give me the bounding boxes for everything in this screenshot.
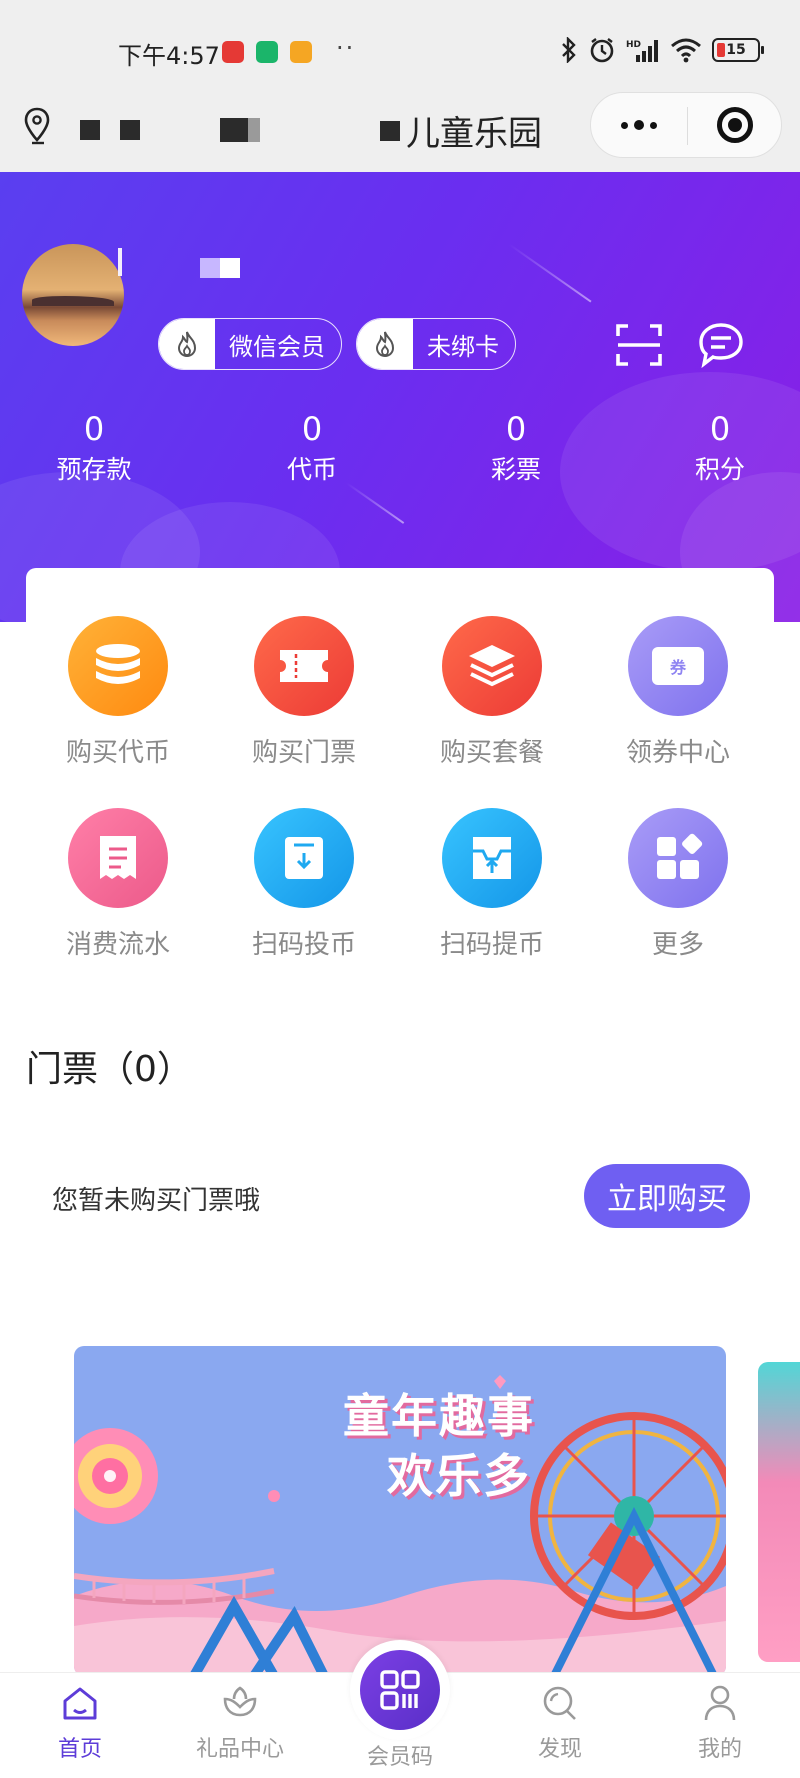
stat-value: 0 (301, 410, 323, 448)
menu-item-consumption-records[interactable]: 消费流水 (38, 808, 198, 961)
battery-icon: 15 (712, 38, 764, 62)
member-tag-label: 未绑卡 (427, 332, 499, 361)
tab-label: 发现 (537, 1737, 582, 1762)
close-mini-program-button[interactable] (687, 93, 783, 157)
member-tag-label: 微信会员 (229, 332, 325, 361)
menu-item-buy-package[interactable]: 购买套餐 (412, 616, 572, 769)
status-icons: HD 15 (560, 36, 764, 64)
scan-icon[interactable] (614, 320, 664, 370)
promo-banner[interactable]: 童年趣事 欢乐多 (74, 1346, 726, 1676)
stat-value: 0 (709, 410, 731, 448)
tab-label: 礼品中心 (195, 1737, 284, 1762)
location-pin-icon[interactable] (22, 106, 56, 146)
member-header: 微信会员 未绑卡 0 预存款 0 代币 0 彩票 0 积分 (0, 172, 800, 622)
mini-program-capsule (590, 92, 782, 158)
function-menu: 购买代币 购买门票 购买套餐 券 领券中心 消费流水 扫码投币 扫码提币 更多 (26, 568, 774, 988)
tickets-section-title: 门票（0） (26, 1049, 193, 1090)
search-icon (543, 1686, 576, 1720)
menu-item-label: 领券中心 (625, 738, 730, 768)
stat-label: 代币 (286, 455, 337, 484)
scan-insert-coin-icon (254, 808, 354, 908)
scan-withdraw-coin-icon (442, 808, 542, 908)
stat-label: 积分 (694, 455, 745, 484)
stat-points[interactable]: 0 积分 (660, 408, 780, 490)
menu-item-label: 扫码投币 (251, 930, 356, 960)
banner-title: 童年趣事 欢乐多 (294, 1386, 584, 1506)
stat-tokens[interactable]: 0 代币 (252, 408, 372, 490)
coin-stack-icon (68, 616, 168, 716)
gift-flower-icon (223, 1686, 257, 1717)
menu-item-label: 更多 (651, 930, 704, 960)
more-menu-button[interactable] (591, 93, 687, 157)
stat-prepaid[interactable]: 0 预存款 (34, 408, 154, 490)
avatar[interactable] (22, 244, 124, 346)
page-title: 儿童乐园 (380, 106, 542, 155)
buy-now-button[interactable]: 立即购买 (584, 1164, 750, 1228)
user-icon (704, 1685, 736, 1721)
banner-title-line: 童年趣事 (343, 1389, 535, 1443)
promo-banner-next[interactable] (758, 1362, 800, 1662)
grid-more-icon (628, 808, 728, 908)
menu-item-label: 消费流水 (65, 930, 170, 960)
stat-label: 预存款 (56, 455, 132, 484)
qr-code-icon (380, 1670, 420, 1710)
stat-value: 0 (83, 410, 105, 448)
layers-icon (442, 616, 542, 716)
coupon-icon: 券 (628, 616, 728, 716)
banner-title-line: 欢乐多 (387, 1449, 531, 1503)
wifi-icon (671, 38, 701, 63)
stat-label: 彩票 (490, 455, 541, 484)
menu-item-coupon-center[interactable]: 券 领券中心 (598, 616, 758, 769)
receipt-icon (68, 808, 168, 908)
stat-lottery[interactable]: 0 彩票 (456, 408, 576, 490)
menu-item-label: 扫码提币 (439, 930, 544, 960)
status-bar: 下午4:57 ·· HD 15 (0, 0, 800, 90)
tab-home[interactable]: 首页 (20, 1685, 140, 1763)
menu-item-label: 购买代币 (65, 738, 170, 768)
tab-label: 首页 (57, 1737, 102, 1762)
redacted-title-prefix (380, 120, 400, 141)
tab-mine[interactable]: 我的 (660, 1685, 780, 1763)
alarm-icon (590, 38, 614, 63)
home-icon (63, 1687, 97, 1720)
app-notification-icon (290, 41, 312, 63)
svg-text:HD: HD (626, 40, 641, 50)
member-tag-card: 未绑卡 (356, 318, 516, 370)
member-tag-wechat: 微信会员 (158, 318, 342, 370)
tab-gift-center[interactable]: 礼品中心 (180, 1685, 300, 1763)
flame-icon (375, 331, 395, 358)
more-notifications-icon: ·· (336, 34, 356, 62)
menu-item-scan-insert-coin[interactable]: 扫码投币 (224, 808, 384, 961)
coupon-badge: 券 (652, 647, 704, 685)
ticket-icon (254, 616, 354, 716)
page-title-text: 儿童乐园 (406, 114, 542, 154)
status-time: 下午4:57 (118, 42, 220, 70)
app-notification-icon (256, 41, 278, 63)
redacted-location (80, 120, 100, 140)
redacted-location (120, 120, 140, 140)
menu-item-label: 购买门票 (251, 738, 356, 768)
bluetooth-icon (562, 37, 576, 63)
signal-icon: HD (626, 40, 658, 62)
menu-item-scan-withdraw-coin[interactable]: 扫码提币 (412, 808, 572, 961)
tab-discover[interactable]: 发现 (500, 1685, 620, 1763)
menu-item-more[interactable]: 更多 (598, 808, 758, 961)
redacted-location (220, 118, 260, 142)
tab-label: 会员码 (366, 1745, 433, 1770)
menu-item-buy-tokens[interactable]: 购买代币 (38, 616, 198, 769)
app-notification-icon (222, 41, 244, 63)
stat-value: 0 (505, 410, 527, 448)
tab-label: 我的 (697, 1737, 742, 1762)
menu-item-buy-tickets[interactable]: 购买门票 (224, 616, 384, 769)
message-icon[interactable] (696, 320, 746, 370)
menu-item-label: 购买套餐 (439, 738, 544, 768)
member-code-button[interactable] (350, 1640, 450, 1740)
tickets-empty-text: 您暂未购买门票哦 (52, 1186, 261, 1216)
flame-icon (177, 331, 197, 358)
redacted-username (200, 258, 240, 278)
nav-bar: 儿童乐园 (0, 90, 800, 172)
